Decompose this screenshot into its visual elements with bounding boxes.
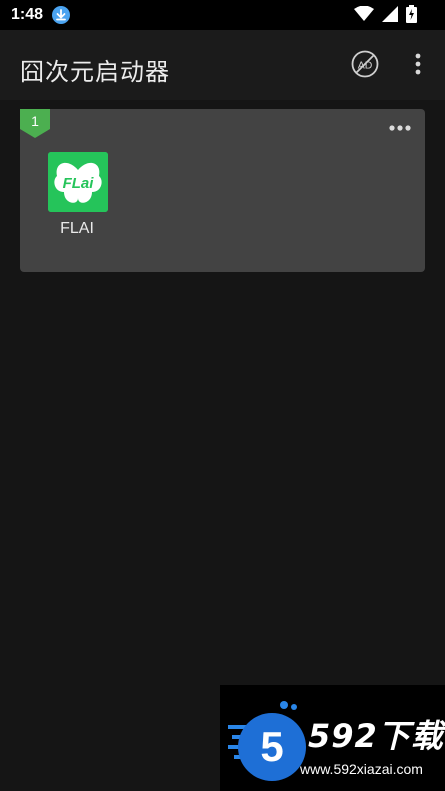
watermark-brand: 592下载 bbox=[308, 717, 444, 755]
watermark-overlay: 5 592下载 www.592xiazai.com bbox=[220, 685, 445, 791]
watermark-logo-digit: 5 bbox=[260, 723, 283, 770]
signal-icon bbox=[382, 6, 398, 27]
app-item-flai[interactable]: FLai FLAI bbox=[46, 152, 108, 238]
watermark-url: www.592xiazai.com bbox=[300, 761, 423, 777]
wifi-icon bbox=[354, 5, 374, 27]
ad-off-icon[interactable]: AD bbox=[351, 50, 379, 78]
download-icon bbox=[52, 6, 70, 24]
flai-icon-text: FLai bbox=[63, 175, 95, 192]
status-time: 1:48 bbox=[11, 6, 44, 23]
app-title: 囧次元启动器 bbox=[20, 58, 170, 86]
group-number: 1 bbox=[31, 113, 39, 129]
group-more-icon[interactable] bbox=[389, 119, 411, 131]
app-label: FLAI bbox=[60, 220, 94, 237]
more-vert-icon[interactable] bbox=[408, 52, 428, 76]
group-number-badge: 1 bbox=[20, 109, 50, 138]
battery-icon bbox=[406, 5, 417, 28]
app-group-card[interactable]: 1 FLai FLAI bbox=[20, 109, 425, 272]
status-bar: 1:48 bbox=[0, 0, 445, 30]
flai-app-icon[interactable]: FLai bbox=[48, 152, 108, 212]
